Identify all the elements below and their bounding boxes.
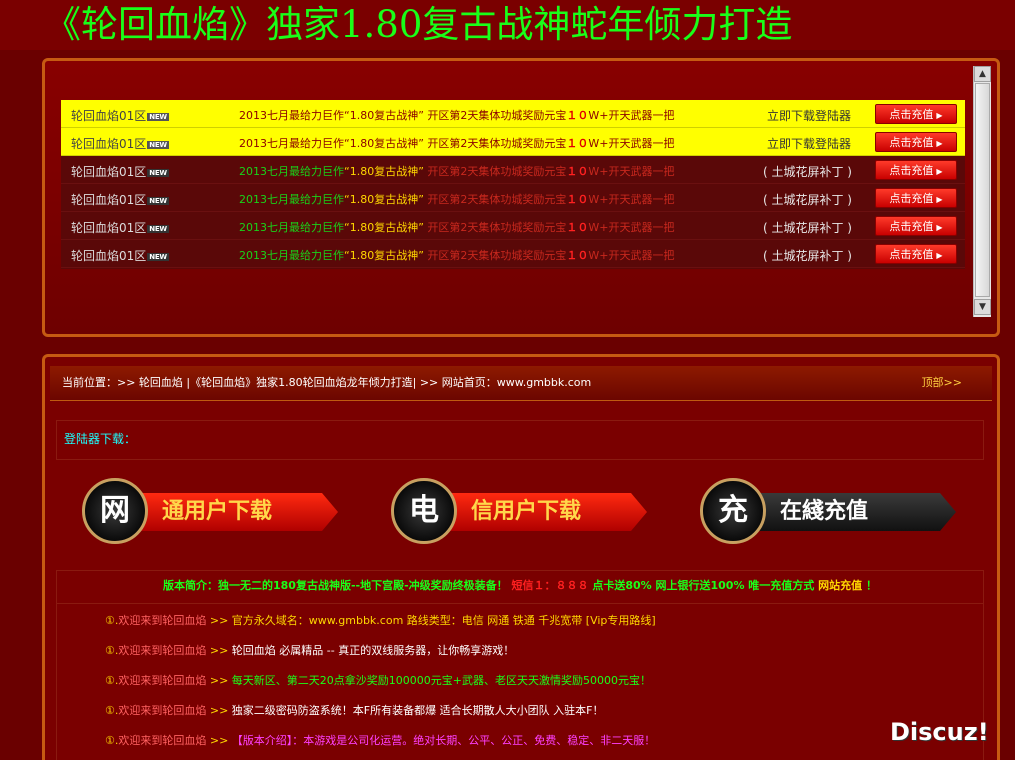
server-name[interactable]: 轮回血焰01区 NEW	[71, 247, 169, 264]
recharge-button[interactable]: 点击充值 ▶	[875, 188, 957, 208]
server-name[interactable]: 轮回血焰01区 NEW	[71, 191, 169, 208]
launcher-download-label: 登陆器下载：	[64, 432, 137, 446]
summary-divider	[57, 603, 983, 604]
play-arrow-icon: ▶	[936, 111, 943, 120]
scroll-up-icon[interactable]: ▲	[974, 66, 991, 82]
netcom-icon: 网	[82, 478, 148, 544]
server-name[interactable]: 轮回血焰01区 NEW	[71, 107, 169, 124]
server-row: 轮回血焰01区 NEW 2013七月最给力巨作“1.80复古战神” 开区第2天集体功…	[61, 100, 965, 128]
scroll-down-icon[interactable]: ▼	[974, 299, 991, 315]
notice-item: ①.欢迎来到轮回血焰 >> 官方永久域名：www.gmbbk.com 路线类型：…	[105, 614, 656, 627]
netcom-download-button[interactable]: 通用户下载 网	[82, 478, 340, 544]
summary-sms: 短信１：８８８	[511, 579, 589, 592]
server-description: 2013七月最给力巨作“1.80复古战神” 开区第2天集体功城奖励元宝１０W+开…	[239, 137, 675, 150]
summary-bonus: 点卡送80% 网上银行送100% 唯一充值方式	[592, 579, 815, 592]
server-row: 轮回血焰01区 NEW 2013七月最给力巨作“1.80复古战神” 开区第2天集体功…	[61, 212, 965, 240]
new-badge-icon: NEW	[147, 140, 169, 149]
breadcrumb-text[interactable]: 当前位置：>> 轮回血焰 |《轮回血焰》独家1.80轮回血焰龙年倾力打造| >>…	[62, 366, 591, 400]
new-badge-icon: NEW	[147, 196, 169, 205]
server-line-link[interactable]: ( 土城花屏补丁 )	[763, 191, 852, 208]
netcom-download-label: 通用户下载	[138, 493, 338, 531]
new-badge-icon: NEW	[147, 252, 169, 261]
launcher-download-box: 登陆器下载：	[56, 420, 984, 460]
server-description: 2013七月最给力巨作“1.80复古战神” 开区第2天集体功城奖励元宝１０W+开…	[239, 193, 675, 206]
page-headline: 《轮回血焰》独家1.80复古战神蛇年倾力打造	[0, 0, 1015, 50]
play-arrow-icon: ▶	[936, 139, 943, 148]
scroll-thumb[interactable]	[975, 83, 990, 297]
server-row: 轮回血焰01区 NEW 2013七月最给力巨作“1.80复古战神” 开区第2天集体功…	[61, 240, 965, 268]
server-row: 轮回血焰01区 NEW 2013七月最给力巨作“1.80复古战神” 开区第2天集体功…	[61, 184, 965, 212]
server-line-link[interactable]: 立即下载登陆器	[767, 107, 851, 124]
server-name[interactable]: 轮回血焰01区 NEW	[71, 163, 169, 180]
notice-item: ①.欢迎来到轮回血焰 >> 每天新区、第二天20点拿沙奖励100000元宝+武器…	[105, 674, 651, 687]
server-line-link[interactable]: ( 土城花屏补丁 )	[763, 163, 852, 180]
server-list-scrollbar[interactable]: ▲ ▼	[973, 66, 991, 317]
telecom-download-label: 信用户下载	[447, 493, 647, 531]
top-link[interactable]: 顶部>>	[922, 366, 962, 400]
recharge-button[interactable]: 点击充值 ▶	[875, 104, 957, 124]
online-recharge-label: 在綫充值	[756, 493, 956, 531]
server-line-link[interactable]: 立即下载登陆器	[767, 135, 851, 152]
recharge-button[interactable]: 点击充值 ▶	[875, 216, 957, 236]
new-badge-icon: NEW	[147, 168, 169, 177]
play-arrow-icon: ▶	[936, 251, 943, 260]
recharge-icon: 充	[700, 478, 766, 544]
server-description: 2013七月最给力巨作“1.80复古战神” 开区第2天集体功城奖励元宝１０W+开…	[239, 221, 675, 234]
version-summary: 版本简介：独一无二的180复古战神版--地下宫殿-冲级奖励终极装备！ 短信１：８…	[57, 577, 983, 597]
summary-end: ！	[866, 579, 877, 592]
recharge-button[interactable]: 点击充值 ▶	[875, 160, 957, 180]
play-arrow-icon: ▶	[936, 167, 943, 176]
server-description: 2013七月最给力巨作“1.80复古战神” 开区第2天集体功城奖励元宝１０W+开…	[239, 165, 675, 178]
play-arrow-icon: ▶	[936, 223, 943, 232]
server-row: 轮回血焰01区 NEW 2013七月最给力巨作“1.80复古战神” 开区第2天集体功…	[61, 156, 965, 184]
summary-intro: 版本简介：独一无二的180复古战神版--地下宫殿-冲级奖励终极装备！	[162, 579, 508, 592]
notice-item: ①.欢迎来到轮回血焰 >> 轮回血焰 必属精品 -- 真正的双线服务器，让你畅享…	[105, 644, 515, 657]
server-name[interactable]: 轮回血焰01区 NEW	[71, 219, 169, 236]
server-line-link[interactable]: ( 土城花屏补丁 )	[763, 219, 852, 236]
server-row: 轮回血焰01区 NEW 2013七月最给力巨作“1.80复古战神” 开区第2天集体功…	[61, 128, 965, 156]
server-description: 2013七月最给力巨作“1.80复古战神” 开区第2天集体功城奖励元宝１０W+开…	[239, 249, 675, 262]
server-list: 轮回血焰01区 NEW 2013七月最给力巨作“1.80复古战神” 开区第2天集体功…	[61, 100, 965, 269]
recharge-button[interactable]: 点击充值 ▶	[875, 244, 957, 264]
server-line-link[interactable]: ( 土城花屏补丁 )	[763, 247, 852, 264]
breadcrumb: 当前位置：>> 轮回血焰 |《轮回血焰》独家1.80轮回血焰龙年倾力打造| >>…	[50, 366, 992, 401]
new-badge-icon: NEW	[147, 112, 169, 121]
telecom-icon: 电	[391, 478, 457, 544]
summary-recharge-link[interactable]: 网站充值	[818, 579, 862, 592]
notice-item: ①.欢迎来到轮回血焰 >> 【版本介绍】：本游戏是公司化运营。绝对长期、公平、公…	[105, 734, 656, 747]
play-arrow-icon: ▶	[936, 195, 943, 204]
notice-item: ①.欢迎来到轮回血焰 >> 独家二级密码防盗系统！本F所有装备都爆 适合长期散人…	[105, 704, 604, 717]
server-description: 2013七月最给力巨作“1.80复古战神” 开区第2天集体功城奖励元宝１０W+开…	[239, 109, 675, 122]
intro-box: 版本简介：独一无二的180复古战神版--地下宫殿-冲级奖励终极装备！ 短信１：８…	[56, 570, 984, 760]
server-name[interactable]: 轮回血焰01区 NEW	[71, 135, 169, 152]
online-recharge-button[interactable]: 在綫充值 充	[700, 478, 958, 544]
telecom-download-button[interactable]: 信用户下载 电	[391, 478, 649, 544]
new-badge-icon: NEW	[147, 224, 169, 233]
discuz-watermark: Discuz!	[890, 718, 989, 746]
recharge-button[interactable]: 点击充值 ▶	[875, 132, 957, 152]
